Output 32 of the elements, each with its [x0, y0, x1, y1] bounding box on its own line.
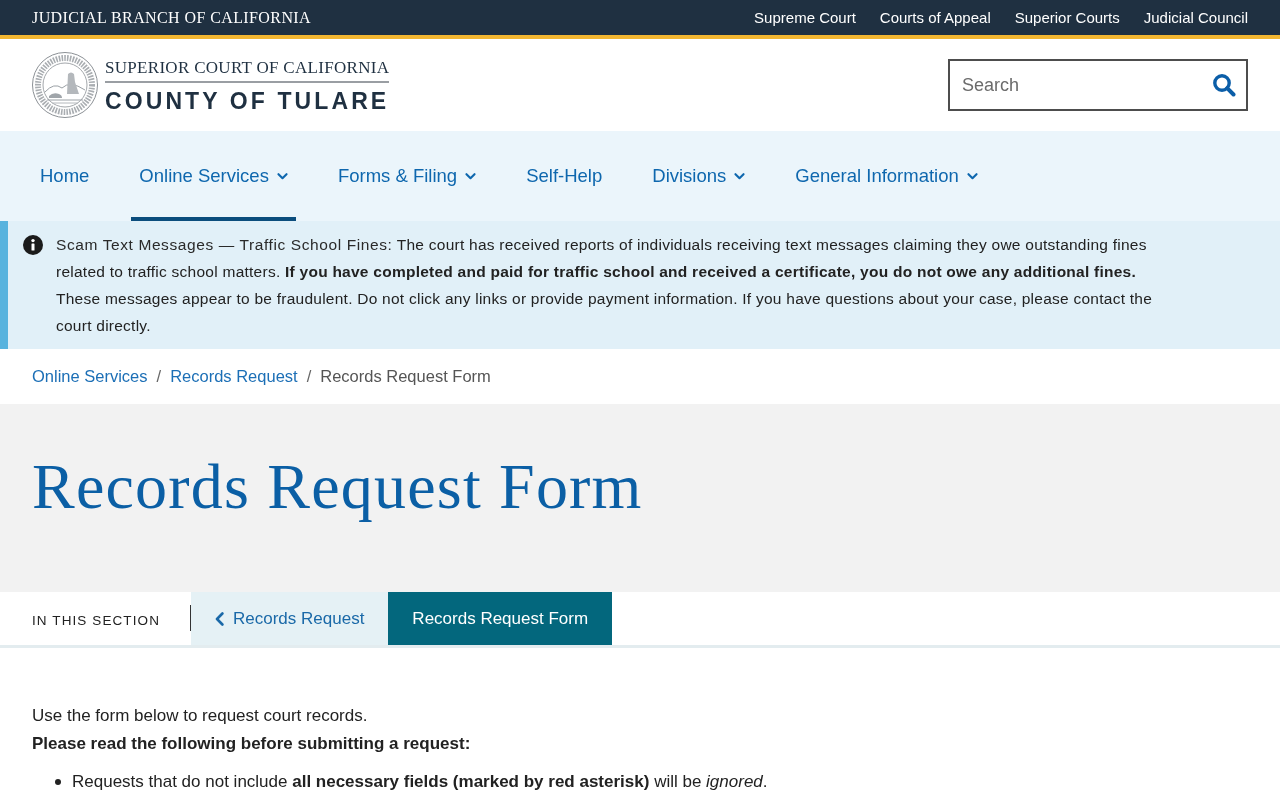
top-link[interactable]: Judicial Council — [1143, 9, 1248, 26]
top-link[interactable]: Superior Courts — [1014, 9, 1120, 26]
intro-text: Use the form below to request court records. — [32, 705, 369, 727]
top-link[interactable]: Courts of Appeal — [879, 9, 991, 26]
breadcrumb-link[interactable]: Records Request — [170, 367, 298, 386]
section-tab[interactable]: Records Request Form — [388, 592, 613, 645]
nav-link[interactable]: Self-Help — [518, 131, 611, 221]
nav-link[interactable]: Home — [32, 131, 98, 221]
section-label: IN THIS SECTION — [32, 612, 160, 630]
bullet-icon — [55, 779, 61, 785]
breadcrumb-link[interactable]: Online Services — [32, 367, 148, 386]
search-box[interactable]: Search — [948, 59, 1248, 111]
section-tab[interactable]: Records Request — [191, 592, 389, 645]
chevron-left-icon — [215, 611, 224, 626]
seal-icon — [32, 52, 98, 118]
court-name[interactable]: SUPERIOR COURT OF CALIFORNIA — [105, 56, 390, 79]
notice-text: Please read the following before submitting a request: — [32, 733, 472, 755]
alert-message: Scam Text Messages — Traffic School Fines: The court has received reports of individuals receiving text messages claiming they owe outstanding fines related to traffic school matters. If you have completed and paid for traffic school and received a certificate, you do not owe any additional fines. These messages appear to be fraudulent. Do not click any links or provide payment information. If you have questions about your case, please contact the court directly. — [56, 235, 1154, 336]
list-item-text: Requests that do not include all necessary fields (marked by red asterisk) will be ignored. — [72, 771, 768, 793]
search-icon — [1212, 73, 1236, 97]
site-title[interactable]: JUDICIAL BRANCH OF CALIFORNIA — [32, 8, 312, 27]
county-name[interactable]: COUNTY OF TULARE — [105, 87, 390, 114]
breadcrumb-separator: / — [156, 367, 162, 386]
info-icon — [23, 235, 43, 255]
search-field[interactable]: Search — [950, 61, 1204, 109]
top-link[interactable]: Supreme Court — [754, 9, 856, 26]
breadcrumb-current: Records Request Form — [320, 367, 491, 386]
nav-link[interactable]: Forms & Filing — [329, 131, 485, 221]
nav-link[interactable]: General Information — [787, 131, 986, 221]
nav-link[interactable]: Divisions — [644, 131, 754, 221]
page-title: Records Request Form — [32, 450, 643, 524]
breadcrumb-separator: / — [306, 367, 312, 386]
